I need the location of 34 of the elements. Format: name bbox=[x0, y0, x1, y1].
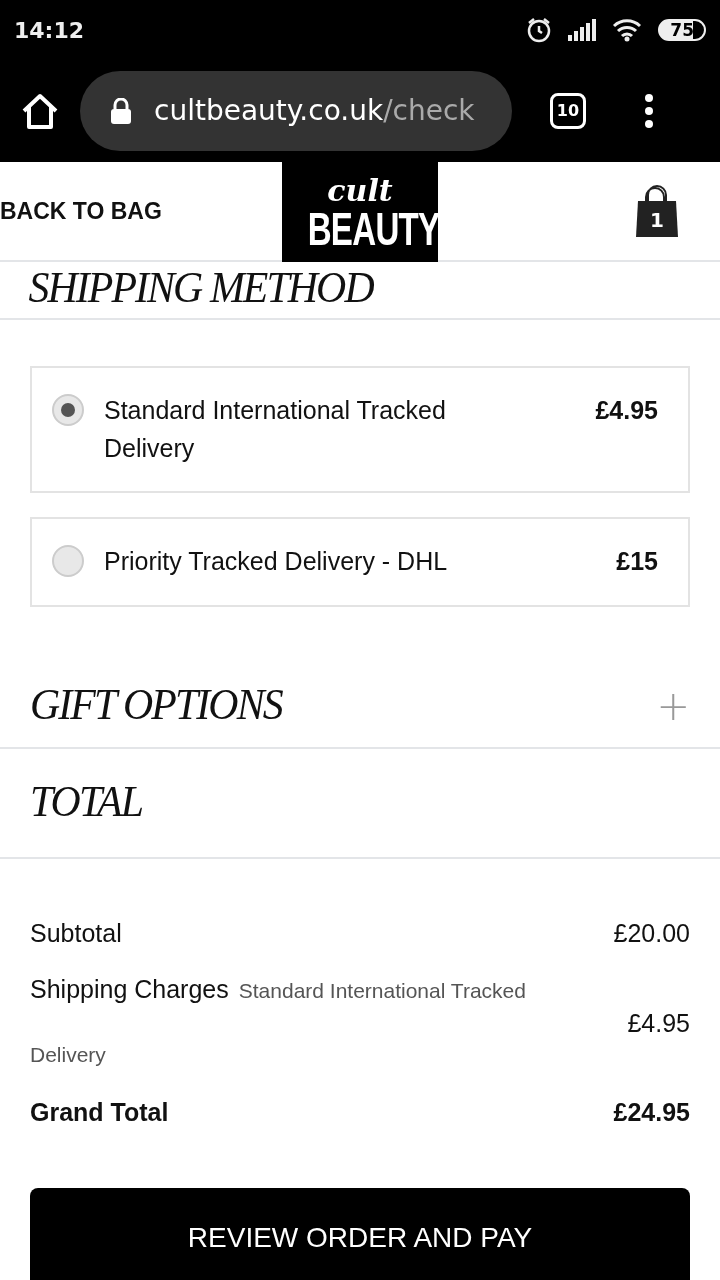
menu-icon[interactable] bbox=[644, 93, 654, 129]
back-to-bag-link[interactable]: BACK TO BAG bbox=[0, 193, 162, 229]
shipping-option[interactable]: Priority Tracked Delivery - DHL £15 bbox=[30, 517, 690, 607]
alarm-icon bbox=[526, 17, 553, 43]
total-value: £20.00 bbox=[613, 917, 690, 949]
option-label: Standard International Tracked Delivery bbox=[104, 395, 447, 464]
shopping-bag-icon bbox=[634, 183, 680, 239]
review-order-button[interactable]: REVIEW ORDER AND PAY bbox=[30, 1187, 690, 1280]
tab-count-button[interactable]: 10 bbox=[550, 93, 586, 129]
logo[interactable]: cult BEAUTY bbox=[282, 162, 438, 262]
shipping-charges-text: Shipping Charges Standard International Tracked Delivery bbox=[30, 974, 527, 1068]
section-heading: TOTAL bbox=[30, 776, 143, 829]
gift-options-header[interactable]: GIFT OPTIONS + bbox=[0, 664, 720, 749]
bag-button[interactable]: 1 bbox=[634, 183, 680, 239]
total-label: Subtotal bbox=[30, 917, 123, 949]
option-price: £15 bbox=[616, 546, 658, 577]
radio-button[interactable] bbox=[52, 394, 84, 426]
option-label: Priority Tracked Delivery - DHL bbox=[104, 546, 449, 577]
home-icon[interactable] bbox=[20, 91, 60, 131]
battery-level: 75 bbox=[658, 19, 706, 41]
section-heading: SHIPPING METHOD bbox=[27, 264, 373, 313]
radio-button[interactable] bbox=[52, 545, 84, 577]
clock-time: 14:12 bbox=[14, 16, 85, 45]
wifi-icon bbox=[612, 18, 643, 42]
option-price: £4.95 bbox=[595, 395, 658, 426]
total-value: £24.95 bbox=[613, 1097, 690, 1128]
url-text: cultbeauty.co.uk/check bbox=[154, 93, 475, 129]
total-label: Grand Total bbox=[30, 1097, 170, 1128]
signal-icon bbox=[568, 19, 597, 41]
lock-icon bbox=[110, 98, 132, 124]
total-value: £4.95 bbox=[627, 1010, 690, 1036]
section-heading: GIFT OPTIONS bbox=[30, 679, 282, 732]
shipping-option[interactable]: Standard International Tracked Delivery £4.95 bbox=[30, 366, 690, 493]
address-bar[interactable]: cultbeauty.co.uk/check bbox=[80, 71, 512, 151]
